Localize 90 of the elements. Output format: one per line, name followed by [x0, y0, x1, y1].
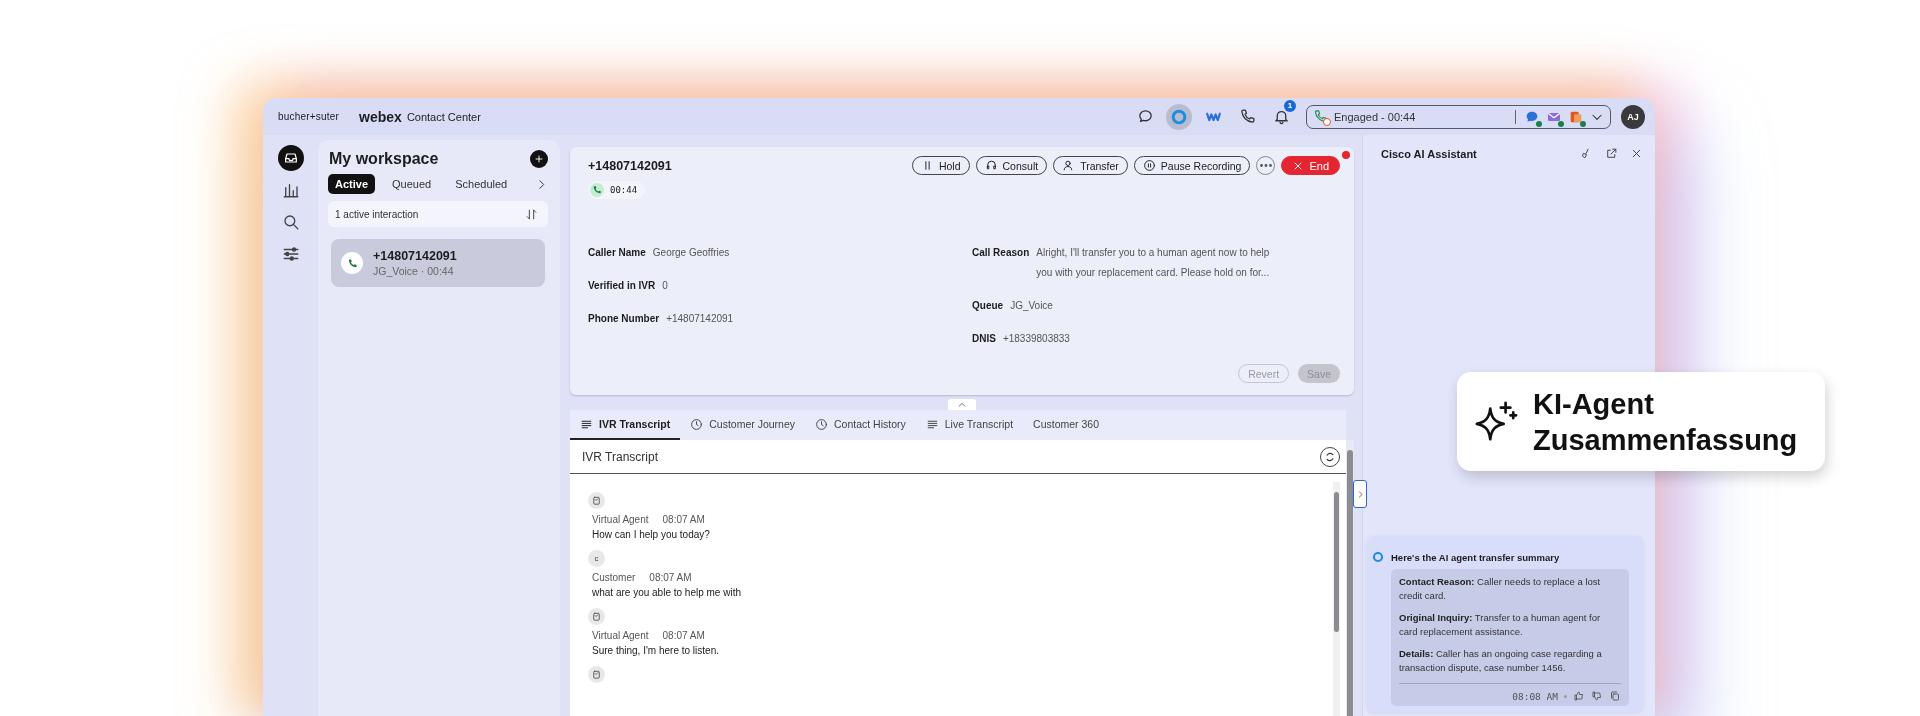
interaction-card[interactable]: +14807142091 JG_Voice · 00:44: [331, 239, 545, 287]
add-button[interactable]: [530, 150, 548, 168]
status-dot: [1580, 120, 1586, 127]
phone-icon: [1238, 108, 1256, 125]
close-icon: [1630, 147, 1643, 160]
search-icon: [281, 213, 300, 231]
section-title: IVR Transcript: [582, 449, 659, 464]
tab[interactable]: Queued: [385, 174, 439, 194]
interaction-count: 1 active interaction: [335, 208, 419, 220]
thumbs-down-button[interactable]: [1591, 690, 1603, 702]
brand-logo: bucher+suter: [278, 111, 340, 122]
product-logo: webex: [359, 108, 402, 125]
status-dropdown[interactable]: Engaged - 00:44: [1306, 104, 1611, 129]
pause-circle-icon: [1142, 159, 1156, 172]
sort-button[interactable]: [525, 207, 538, 221]
phone-icon: [346, 257, 358, 269]
field-label: Verified in IVR: [588, 279, 656, 293]
chat-icon: [1136, 108, 1154, 125]
caller-number: +14807142091: [588, 159, 672, 173]
more-icon: [1259, 164, 1272, 167]
field-label: Call Reason: [972, 246, 1030, 260]
summary-heading: Here's the AI agent transfer summary: [1391, 551, 1560, 563]
speaker-name: Virtual Agent: [592, 514, 649, 525]
field-value: George Geoffries: [652, 246, 730, 260]
call-timer: 00:44: [588, 181, 646, 199]
status-dot: [1558, 120, 1564, 127]
tab[interactable]: Active: [328, 174, 376, 194]
status-dot: [1536, 120, 1542, 127]
field-label: Queue: [972, 299, 1004, 313]
field-value: +18339803833: [1002, 332, 1070, 346]
field-value: 0: [662, 279, 668, 293]
clock-icon: [815, 417, 828, 431]
pop-out-icon: [1605, 147, 1618, 160]
assistant-icon: [1371, 550, 1385, 564]
inbox-icon: [282, 150, 299, 166]
phone-icon: [592, 185, 602, 195]
clock-icon: [690, 417, 704, 431]
queue-and-time: JG_Voice · 00:44: [373, 265, 455, 277]
callout-text: KI-Agent Zusammenfassung: [1533, 386, 1799, 458]
message-time: 08:08 AM: [1512, 690, 1558, 702]
thumbs-down-icon: [1591, 690, 1603, 702]
thumbs-up-button[interactable]: [1573, 690, 1585, 702]
thumbs-up-icon: [1573, 690, 1585, 702]
speaker-name: Virtual Agent: [592, 630, 649, 641]
settings-icon: [281, 245, 300, 263]
phone-status-icon: [1313, 109, 1328, 124]
field-label: Caller Name: [588, 246, 646, 260]
plus-icon: [533, 153, 545, 165]
product-name: Contact Center: [406, 110, 481, 123]
scrollbar[interactable]: [1333, 482, 1340, 716]
headset-icon: [984, 159, 998, 172]
customer-avatar: c: [588, 550, 605, 567]
field-label: Phone Number: [588, 312, 660, 326]
message-text: what are you able to help me with: [592, 587, 742, 598]
tab[interactable]: Scheduled: [448, 174, 515, 194]
panel-title: Cisco AI Assistant: [1381, 147, 1478, 160]
field-label: DNIS: [972, 332, 996, 346]
nav-button[interactable]: [277, 145, 304, 171]
user-avatar[interactable]: AJ: [1621, 104, 1645, 129]
bar-chart-icon: [281, 181, 300, 199]
copy-icon: [1609, 690, 1621, 702]
sort-icon: [525, 207, 538, 221]
end-call-button[interactable]: End: [1281, 156, 1340, 175]
pop-out-button[interactable]: [1605, 147, 1618, 160]
speaker-name: Customer: [592, 572, 636, 583]
scrollbar[interactable]: [1346, 440, 1354, 716]
tab[interactable]: Customer Journey: [680, 410, 805, 440]
panel-title: My workspace: [328, 150, 439, 168]
message-time: 08:07 AM: [662, 630, 705, 641]
tab[interactable]: Customer 360: [1023, 410, 1109, 440]
close-button[interactable]: [1630, 147, 1643, 160]
field-value: JG_Voice: [1010, 299, 1053, 313]
notification-icon: [1272, 108, 1290, 125]
field-value: +14807142091: [666, 312, 734, 326]
collapse-panel-button[interactable]: [1353, 480, 1367, 508]
status-dot: [1323, 118, 1331, 126]
message-text: Sure thing, I'm here to listen.: [592, 645, 720, 656]
message-time: 08:07 AM: [649, 572, 692, 583]
tab[interactable]: Live Transcript: [915, 410, 1024, 440]
field-value: Alright, I'll transfer you to a human agent now to help you with your replacement card. Please hold on for...: [1036, 246, 1271, 280]
message-text: How can I help you today?: [592, 529, 711, 540]
notification-dot: [1342, 151, 1350, 159]
phone-number: +14807142091: [373, 249, 457, 263]
tab[interactable]: Contact History: [805, 410, 916, 440]
message-time: 08:07 AM: [662, 514, 705, 525]
summary-text: Details: Caller has an ongoing case regarding a transaction dispute, case number 1456.: [1399, 647, 1603, 675]
summary-text: Original Inquiry: Transfer to a human agent for card replacement assistance.: [1399, 611, 1602, 639]
notification-badge: 1: [1284, 99, 1296, 112]
copy-button[interactable]: [1609, 690, 1621, 702]
summary-text: Contact Reason: Caller needs to replace a lost credit card.: [1399, 575, 1602, 603]
